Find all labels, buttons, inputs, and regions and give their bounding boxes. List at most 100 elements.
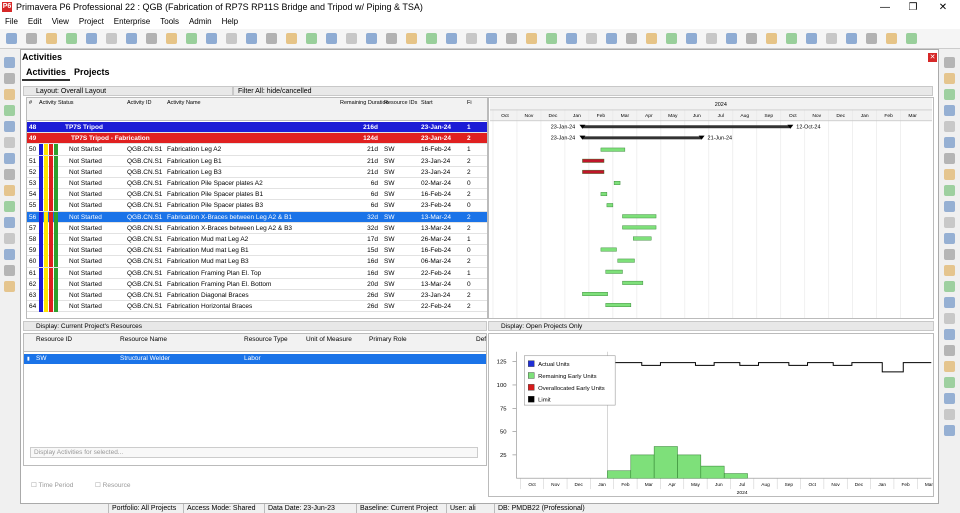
close-icon[interactable]: ✕	[928, 0, 958, 15]
table-row[interactable]: 64 Not Started QGB.CN.S1 Fabrication Horizo…	[27, 301, 487, 313]
toolbar-icon[interactable]	[546, 33, 557, 44]
col-activity-name[interactable]: Activity Name	[167, 100, 201, 106]
toolbar-icon[interactable]	[366, 33, 377, 44]
res-col-name[interactable]: Resource Name	[120, 336, 167, 343]
toolbar-icon[interactable]	[146, 33, 157, 44]
display-activities-selector[interactable]: Display Activities for selected...	[30, 447, 478, 458]
toolbar-icon[interactable]	[106, 33, 117, 44]
sidebar-tool-icon[interactable]	[4, 265, 15, 276]
minimize-icon[interactable]: —	[870, 0, 900, 15]
table-row[interactable]: 54 Not Started QGB.CN.S1 Fabrication Pile S…	[27, 189, 487, 201]
toolbar-icon[interactable]	[126, 33, 137, 44]
sidebar-tool-icon[interactable]	[4, 233, 15, 244]
sidebar-tool-icon[interactable]	[944, 89, 955, 100]
sidebar-tool-icon[interactable]	[944, 105, 955, 116]
toolbar-icon[interactable]	[326, 33, 337, 44]
toolbar-icon[interactable]	[726, 33, 737, 44]
col-status[interactable]: Activity Status	[39, 100, 74, 106]
toolbar-icon[interactable]	[426, 33, 437, 44]
table-row[interactable]: 55 Not Started QGB.CN.S1 Fabrication Pile S…	[27, 200, 487, 212]
menu-admin[interactable]: Admin	[184, 15, 217, 28]
toolbar-icon[interactable]	[846, 33, 857, 44]
sidebar-tool-icon[interactable]	[4, 169, 15, 180]
tab-projects[interactable]: Projects	[70, 65, 114, 79]
toolbar-icon[interactable]	[626, 33, 637, 44]
table-row[interactable]: 48 TP7S Tripod 216d 23-Jan-24 1	[27, 122, 487, 134]
col-start[interactable]: Start	[421, 100, 433, 106]
sidebar-tool-icon[interactable]	[944, 361, 955, 372]
toolbar-icon[interactable]	[646, 33, 657, 44]
toolbar-icon[interactable]	[66, 33, 77, 44]
graph-display-bar[interactable]: Display: Open Projects Only	[488, 321, 934, 331]
resources-display-bar[interactable]: Display: Current Project's Resources	[23, 321, 487, 331]
table-row[interactable]: 58 Not Started QGB.CN.S1 Fabrication Mud ma…	[27, 234, 487, 246]
sidebar-tool-icon[interactable]	[944, 137, 955, 148]
res-col-type[interactable]: Resource Type	[244, 336, 288, 343]
toolbar-icon[interactable]	[586, 33, 597, 44]
menu-view[interactable]: View	[47, 15, 74, 28]
toolbar-icon[interactable]	[906, 33, 917, 44]
toolbar-icon[interactable]	[6, 33, 17, 44]
sidebar-tool-icon[interactable]	[4, 73, 15, 84]
resource-row[interactable]: ▮ SW Structural Welder Labor	[24, 354, 486, 364]
sidebar-tool-icon[interactable]	[944, 345, 955, 356]
sidebar-tool-icon[interactable]	[4, 57, 15, 68]
sidebar-tool-icon[interactable]	[944, 153, 955, 164]
sidebar-tool-icon[interactable]	[944, 377, 955, 388]
col-resource-ids[interactable]: Resource IDs	[384, 100, 417, 106]
sidebar-tool-icon[interactable]	[944, 265, 955, 276]
toolbar-icon[interactable]	[86, 33, 97, 44]
menu-help[interactable]: Help	[217, 15, 243, 28]
table-row[interactable]: 60 Not Started QGB.CN.S1 Fabrication Mud ma…	[27, 256, 487, 268]
toolbar-icon[interactable]	[286, 33, 297, 44]
toolbar-icon[interactable]	[446, 33, 457, 44]
col-remaining-duration[interactable]: Remaining Duration	[340, 100, 389, 106]
toolbar-icon[interactable]	[466, 33, 477, 44]
menu-tools[interactable]: Tools	[155, 15, 184, 28]
sidebar-tool-icon[interactable]	[4, 121, 15, 132]
sidebar-tool-icon[interactable]	[944, 297, 955, 308]
toolbar-icon[interactable]	[246, 33, 257, 44]
toolbar-icon[interactable]	[526, 33, 537, 44]
sidebar-tool-icon[interactable]	[4, 281, 15, 292]
toolbar-icon[interactable]	[26, 33, 37, 44]
sidebar-tool-icon[interactable]	[4, 153, 15, 164]
table-row[interactable]: 56 Not Started QGB.CN.S1 Fabrication X-Brac…	[27, 211, 487, 223]
toolbar-icon[interactable]	[826, 33, 837, 44]
sidebar-tool-icon[interactable]	[944, 329, 955, 340]
toolbar-icon[interactable]	[766, 33, 777, 44]
sidebar-tool-icon[interactable]	[944, 425, 955, 436]
sidebar-tool-icon[interactable]	[944, 121, 955, 132]
table-row[interactable]: 53 Not Started QGB.CN.S1 Fabrication Pile S…	[27, 178, 487, 190]
toolbar-icon[interactable]	[746, 33, 757, 44]
toolbar-icon[interactable]	[606, 33, 617, 44]
sidebar-tool-icon[interactable]	[4, 185, 15, 196]
toolbar-icon[interactable]	[306, 33, 317, 44]
menu-enterprise[interactable]: Enterprise	[109, 15, 155, 28]
toolbar-icon[interactable]	[46, 33, 57, 44]
toolbar-icon[interactable]	[486, 33, 497, 44]
toolbar-icon[interactable]	[166, 33, 177, 44]
table-row[interactable]: 63 Not Started QGB.CN.S1 Fabrication Diagon…	[27, 290, 487, 302]
sidebar-tool-icon[interactable]	[944, 281, 955, 292]
sidebar-tool-icon[interactable]	[944, 201, 955, 212]
res-col-uom[interactable]: Unit of Measure	[306, 336, 352, 343]
sidebar-tool-icon[interactable]	[944, 249, 955, 260]
panel-close-icon[interactable]: ✕	[928, 53, 937, 62]
table-row[interactable]: 62 Not Started QGB.CN.S1 Fabrication Framin…	[27, 278, 487, 290]
sidebar-tool-icon[interactable]	[944, 185, 955, 196]
table-row[interactable]: 50 Not Started QGB.CN.S1 Fabrication Leg A2…	[27, 144, 487, 156]
res-col-id[interactable]: Resource ID	[36, 336, 72, 343]
toolbar-icon[interactable]	[806, 33, 817, 44]
toolbar-icon[interactable]	[686, 33, 697, 44]
table-row[interactable]: 51 Not Started QGB.CN.S1 Fabrication Leg B1…	[27, 155, 487, 167]
sidebar-tool-icon[interactable]	[944, 73, 955, 84]
toolbar-icon[interactable]	[266, 33, 277, 44]
menu-edit[interactable]: Edit	[23, 15, 47, 28]
maximize-icon[interactable]: ❐	[898, 0, 928, 15]
layout-bar[interactable]: Layout: Overall Layout	[23, 86, 233, 96]
sidebar-tool-icon[interactable]	[4, 137, 15, 148]
toolbar-icon[interactable]	[386, 33, 397, 44]
sidebar-tool-icon[interactable]	[4, 249, 15, 260]
tab-activities[interactable]: Activities	[22, 65, 71, 81]
